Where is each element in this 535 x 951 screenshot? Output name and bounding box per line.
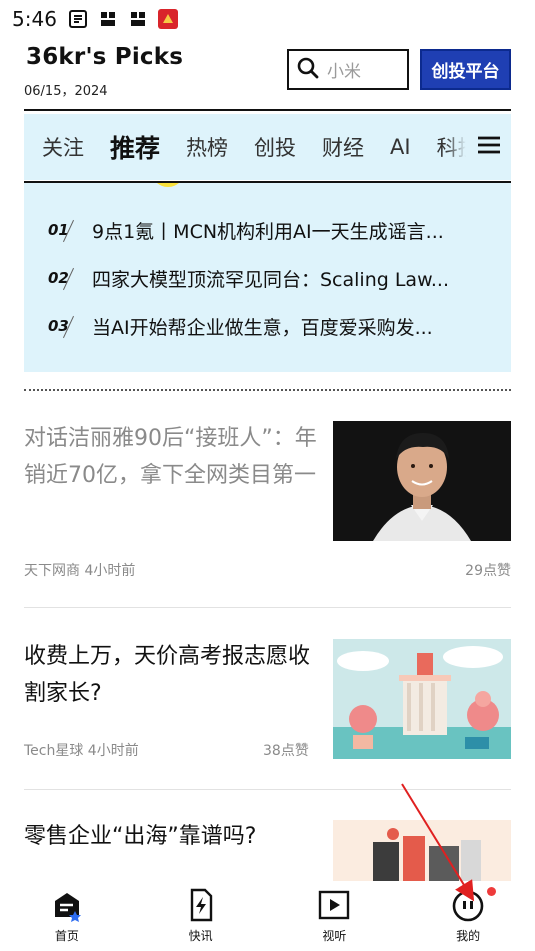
tab-follow[interactable]: 关注 xyxy=(42,132,84,162)
article-title: 对话洁丽雅90后“接班人”：年销近70亿，拿下全网类目第一 xyxy=(24,426,317,488)
tab-ai[interactable]: AI xyxy=(390,135,411,159)
article-divider xyxy=(24,607,511,608)
video-icon xyxy=(316,887,352,923)
app-notification-icon xyxy=(97,8,119,30)
red-app-icon xyxy=(157,8,179,30)
article-title: 零售企业“出海”靠谱吗? xyxy=(24,824,257,849)
tabs-menu-button[interactable] xyxy=(466,114,511,180)
article-source: Tech星球 4小时前 xyxy=(24,743,139,759)
profile-icon xyxy=(450,887,486,923)
nav-item-flash[interactable]: 快讯 xyxy=(134,881,268,951)
flash-news-icon xyxy=(183,887,219,923)
nav-label: 首页 xyxy=(54,929,79,943)
tab-finance[interactable]: 财经 xyxy=(322,132,364,162)
hot-title: 当AI开始帮企业做生意，百度爱采购发... xyxy=(92,316,433,339)
search-placeholder: 小米 xyxy=(327,62,361,82)
unread-badge xyxy=(487,887,497,896)
home-icon xyxy=(49,887,85,923)
hot-list-item[interactable]: 03 当AI开始帮企业做生意，百度爱采购发... xyxy=(24,309,511,343)
search-icon xyxy=(297,57,319,83)
hot-list-item[interactable]: 02 四家大模型顶流罕见同台：Scaling Law... xyxy=(24,261,511,295)
hot-title: 9点1氪丨MCN机构利用AI一天生成谣言... xyxy=(92,220,444,243)
app-notification-icon-2 xyxy=(127,8,149,30)
channel-tabs: 关注 推荐 热榜 创投 财经 AI 科技 xyxy=(24,114,511,180)
header: 36kr's Picks 06/15，2024 小米 创投平台 xyxy=(0,38,535,110)
chuangtou-platform-button[interactable]: 创投平台 xyxy=(420,49,511,90)
article-divider xyxy=(24,789,511,790)
nav-label: 快讯 xyxy=(188,929,213,943)
tabs-fade xyxy=(446,114,466,180)
nav-item-video[interactable]: 视听 xyxy=(268,881,402,951)
bottom-navigation: 首页 快讯 视听 我的 xyxy=(0,881,535,951)
page-title: 36kr's Picks xyxy=(26,44,184,70)
article-thumbnail xyxy=(333,639,511,759)
notification-icon xyxy=(67,8,89,30)
header-divider xyxy=(24,109,511,111)
tab-chuangtou[interactable]: 创投 xyxy=(254,132,296,162)
hot-list: 01 9点1氪丨MCN机构利用AI一天生成谣言... 02 四家大模型顶流罕见同… xyxy=(24,183,511,372)
article-thumbnail xyxy=(333,421,511,541)
nav-item-profile[interactable]: 我的 xyxy=(401,881,535,951)
menu-icon xyxy=(477,135,501,159)
hot-list-item[interactable]: 01 9点1氪丨MCN机构利用AI一天生成谣言... xyxy=(24,213,511,247)
article-card[interactable]: 对话洁丽雅90后“接班人”：年销近70亿，拿下全网类目第一 天下网商 4小时前 … xyxy=(24,420,511,608)
article-title: 收费上万，天价高考报志愿收割家长? xyxy=(24,644,311,706)
page-date: 06/15，2024 xyxy=(24,84,108,99)
nav-item-home[interactable]: 首页 xyxy=(0,881,134,951)
tab-recommend[interactable]: 推荐 xyxy=(110,129,160,165)
tab-hot[interactable]: 热榜 xyxy=(186,132,228,162)
status-bar: 5:46 xyxy=(0,0,535,38)
hot-title: 四家大模型顶流罕见同台：Scaling Law... xyxy=(92,268,449,291)
article-card[interactable]: 收费上万，天价高考报志愿收割家长? Tech星球 4小时前 38点赞 xyxy=(24,638,511,790)
article-likes: 29点赞 xyxy=(465,563,511,579)
decorative-dot xyxy=(151,183,185,187)
nav-label: 视听 xyxy=(322,929,347,943)
article-source: 天下网商 4小时前 xyxy=(24,563,136,579)
status-icons xyxy=(67,8,179,30)
search-input[interactable]: 小米 xyxy=(287,49,409,90)
status-time: 5:46 xyxy=(12,7,57,31)
article-thumbnail xyxy=(333,820,511,881)
nav-label: 我的 xyxy=(456,929,481,943)
article-card[interactable]: 零售企业“出海”靠谱吗? xyxy=(24,818,511,881)
article-likes: 38点赞 xyxy=(263,743,309,759)
section-divider xyxy=(24,389,511,391)
